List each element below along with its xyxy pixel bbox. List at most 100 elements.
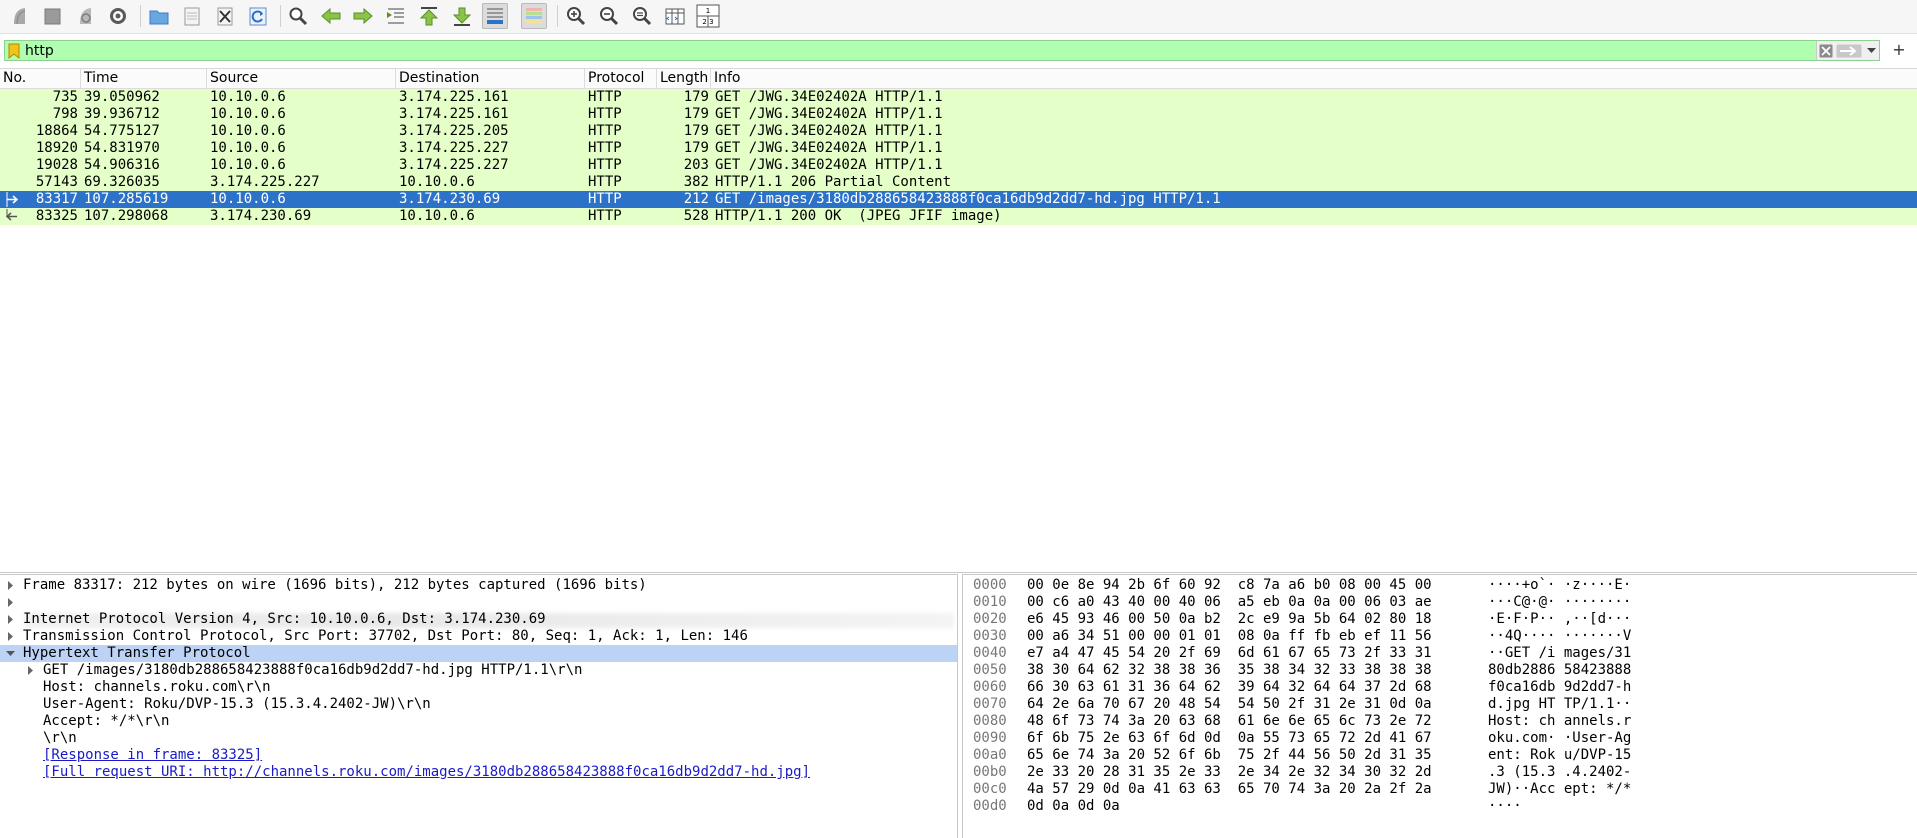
zoom-reset-icon <box>633 7 652 26</box>
zoom-reset-button[interactable] <box>629 3 655 29</box>
detail-link[interactable]: [Response in frame: 83325] <box>43 747 262 764</box>
go-to-packet-button[interactable] <box>383 3 409 29</box>
start-capture-button[interactable] <box>6 3 32 29</box>
detail-row[interactable]: Host: channels.roku.com\r\n <box>0 679 957 696</box>
byte-hex[interactable]: 00 c6 a0 43 40 00 40 06 a5 eb 0a 0a 00 0… <box>1027 594 1432 611</box>
detail-row[interactable]: User-Agent: Roku/DVP-15.3 (15.3.4.2402-J… <box>0 696 957 713</box>
detail-link[interactable]: [Full request URI: http://channels.roku.… <box>43 764 810 781</box>
collapsed-triangle-icon[interactable] <box>4 594 16 611</box>
byte-hex[interactable]: 6f 6b 75 2e 63 6f 6d 0d 0a 55 73 65 72 2… <box>1027 730 1432 747</box>
column-header-no[interactable]: No. <box>0 69 81 88</box>
resize-columns-button[interactable] <box>662 3 688 29</box>
column-header-time[interactable]: Time <box>81 69 207 88</box>
collapsed-triangle-icon[interactable] <box>4 628 16 645</box>
byte-ascii[interactable]: ··4Q···· ·······V <box>1488 628 1631 645</box>
add-filter-button[interactable]: + <box>1889 40 1909 60</box>
byte-hex[interactable]: 48 6f 73 74 3a 20 63 68 61 6e 6e 65 6c 7… <box>1027 713 1432 730</box>
byte-ascii[interactable]: ····+o`· ·z····E· <box>1488 577 1631 594</box>
byte-ascii[interactable]: Host: ch annels.r <box>1488 713 1631 730</box>
packet-cell-len: 528 <box>683 208 709 224</box>
collapsed-triangle-icon[interactable] <box>4 611 16 628</box>
column-header-length[interactable]: Length <box>657 69 711 88</box>
detail-row[interactable] <box>0 594 957 628</box>
filter-bookmark-button[interactable] <box>7 42 21 59</box>
restart-capture-button[interactable] <box>72 3 98 29</box>
byte-hex[interactable]: e6 45 93 46 00 50 0a b2 2c e9 9a 5b 64 0… <box>1027 611 1432 628</box>
packet-cell-time: 54.775127 <box>84 123 160 139</box>
reload-file-button[interactable] <box>245 3 271 29</box>
column-header-destination[interactable]: Destination <box>396 69 585 88</box>
packet-row[interactable]: 57143 69.326035 3.174.225.227 10.10.0.6 HTTP… <box>0 174 1917 191</box>
byte-ascii[interactable]: ent: Rok u/DVP-15 <box>1488 747 1631 764</box>
byte-ascii[interactable]: ··GET /i mages/31 <box>1488 645 1631 662</box>
layout-glyph-top: 1 <box>706 7 710 15</box>
detail-row[interactable]: Hypertext Transfer Protocol <box>0 645 957 662</box>
byte-hex[interactable]: 2e 33 20 28 31 35 2e 33 2e 34 2e 32 34 3… <box>1027 764 1432 781</box>
column-header-info[interactable]: Info <box>711 69 1917 88</box>
go-back-button[interactable] <box>318 3 344 29</box>
clear-filter-button[interactable] <box>1817 42 1835 59</box>
packet-row[interactable]: 735 39.050962 10.10.0.6 3.174.225.161 HTTP 17… <box>0 89 1917 106</box>
auto-scroll-button[interactable] <box>482 3 508 29</box>
save-file-button[interactable] <box>179 3 205 29</box>
byte-ascii[interactable]: d.jpg HT TP/1.1·· <box>1488 696 1631 713</box>
stop-capture-button[interactable] <box>39 3 65 29</box>
zoom-out-button[interactable] <box>596 3 622 29</box>
detail-row[interactable]: GET /images/3180db288658423888f0ca16db9d… <box>0 662 957 679</box>
byte-hex[interactable]: 66 30 63 61 31 36 64 62 39 64 32 64 64 3… <box>1027 679 1432 696</box>
byte-ascii[interactable]: 80db2886 58423888 <box>1488 662 1631 679</box>
recent-filters-dropdown[interactable] <box>1863 42 1879 59</box>
close-file-button[interactable] <box>212 3 238 29</box>
collapsed-triangle-icon[interactable] <box>24 662 36 679</box>
packet-row[interactable]: 83317 107.285619 10.10.0.6 3.174.230.69 HTTP… <box>0 191 1917 208</box>
packet-row[interactable]: 18864 54.775127 10.10.0.6 3.174.225.205 HTTP… <box>0 123 1917 140</box>
display-filter-input[interactable] <box>21 41 1825 60</box>
detail-row[interactable]: Accept: */*\r\n <box>0 713 957 730</box>
detail-text: Hypertext Transfer Protocol <box>23 645 251 661</box>
go-last-button[interactable] <box>449 3 475 29</box>
collapsed-triangle-icon[interactable] <box>4 577 16 594</box>
byte-hex[interactable]: 65 6e 74 3a 20 52 6f 6b 75 2f 44 56 50 2… <box>1027 747 1432 764</box>
packet-row[interactable]: 19028 54.906316 10.10.0.6 3.174.225.227 HTTP… <box>0 157 1917 174</box>
byte-hex[interactable]: 00 0e 8e 94 2b 6f 60 92 c8 7a a6 b0 08 0… <box>1027 577 1432 594</box>
detail-row[interactable]: \r\n <box>0 730 957 747</box>
bookmark-icon <box>8 43 20 59</box>
expanded-triangle-icon[interactable] <box>4 645 16 662</box>
column-header-protocol[interactable]: Protocol <box>585 69 657 88</box>
detail-text: \r\n <box>43 730 77 746</box>
zoom-in-button[interactable] <box>563 3 589 29</box>
byte-hex[interactable]: e7 a4 47 45 54 20 2f 69 6d 61 67 65 73 2… <box>1027 645 1432 662</box>
byte-offset: 0000 <box>973 577 1007 593</box>
bytes-row: 00d0 0d 0a 0d 0a ···· <box>963 798 1917 815</box>
find-packet-button[interactable] <box>285 3 311 29</box>
byte-ascii[interactable]: ···C@·@· ········ <box>1488 594 1631 611</box>
detail-row[interactable]: [Full request URI: http://channels.roku.… <box>0 764 957 781</box>
detail-row[interactable]: [Response in frame: 83325] <box>0 747 957 764</box>
packet-row[interactable]: 83325 107.298068 3.174.230.69 10.10.0.6 HTTP… <box>0 208 1917 225</box>
byte-ascii[interactable]: f0ca16db 9d2dd7-h <box>1488 679 1631 696</box>
packet-row[interactable]: 18920 54.831970 10.10.0.6 3.174.225.227 HTTP… <box>0 140 1917 157</box>
byte-ascii[interactable]: JW)··Acc ept: */* <box>1488 781 1631 798</box>
packet-row[interactable]: 798 39.936712 10.10.0.6 3.174.225.161 HTTP 17… <box>0 106 1917 123</box>
column-header-source[interactable]: Source <box>207 69 396 88</box>
byte-hex[interactable]: 4a 57 29 0d 0a 41 63 63 65 70 74 3a 20 2… <box>1027 781 1432 798</box>
byte-ascii[interactable]: oku.com· ·User-Ag <box>1488 730 1631 747</box>
layout-button[interactable]: 1 2 3 <box>695 3 721 29</box>
colorize-button[interactable] <box>521 3 547 29</box>
byte-ascii[interactable]: .3 (15.3 .4.2402- <box>1488 764 1631 781</box>
byte-hex[interactable]: 00 a6 34 51 00 00 01 01 08 0a ff fb eb e… <box>1027 628 1432 645</box>
go-forward-button[interactable] <box>350 3 376 29</box>
apply-filter-button[interactable] <box>1835 42 1863 59</box>
byte-ascii[interactable]: ···· <box>1488 798 1522 815</box>
open-file-button[interactable] <box>146 3 172 29</box>
detail-row[interactable]: Internet Protocol Version 4, Src: 10.10.… <box>0 611 957 628</box>
byte-hex[interactable]: 64 2e 6a 70 67 20 48 54 54 50 2f 31 2e 3… <box>1027 696 1432 713</box>
go-first-button[interactable] <box>416 3 442 29</box>
layout-glyph-bottom: 2 3 <box>702 18 713 26</box>
detail-row[interactable]: Transmission Control Protocol, Src Port:… <box>0 628 957 645</box>
byte-hex[interactable]: 0d 0a 0d 0a <box>1027 798 1120 815</box>
byte-ascii[interactable]: ·E·F·P·· ,··[d··· <box>1488 611 1631 628</box>
capture-options-button[interactable] <box>105 3 131 29</box>
detail-row[interactable]: Frame 83317: 212 bytes on wire (1696 bit… <box>0 577 957 594</box>
byte-hex[interactable]: 38 30 64 62 32 38 38 36 35 38 34 32 33 3… <box>1027 662 1432 679</box>
